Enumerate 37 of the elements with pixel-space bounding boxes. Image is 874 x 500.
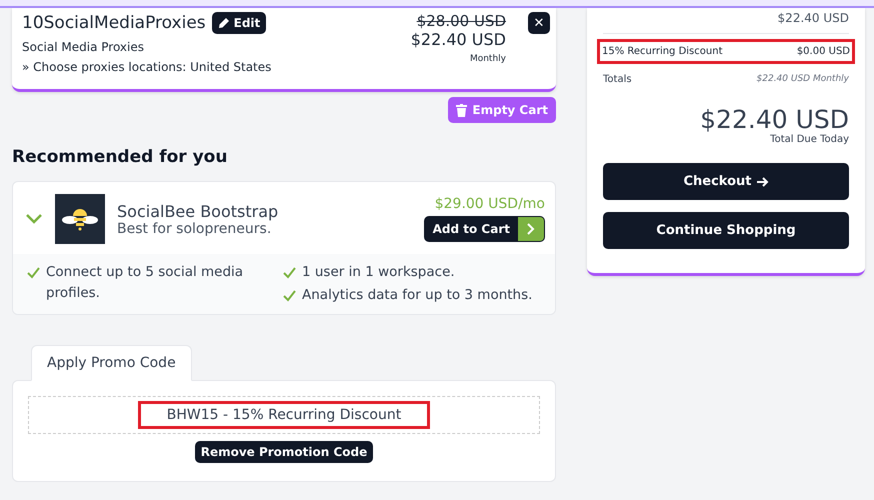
bee-logo	[55, 194, 105, 244]
edit-button[interactable]: Edit	[212, 12, 266, 34]
recurring-total: $22.40 USD Monthly	[756, 74, 849, 85]
product-tagline: Best for solopreneurs.	[117, 220, 272, 236]
remove-promo-button[interactable]: Remove Promotion Code	[194, 441, 374, 463]
add-to-cart-button[interactable]: Add to Cart	[424, 216, 545, 242]
totals-label: Totals	[603, 74, 632, 85]
section-heading: Recommended for you	[12, 147, 228, 167]
remove-button[interactable]: ✕	[528, 12, 550, 34]
trash-icon	[456, 104, 468, 116]
arrow-right-icon	[756, 176, 768, 188]
continue-shopping-button[interactable]: Continue Shopping	[603, 212, 849, 249]
chevron-right-icon	[527, 223, 535, 235]
empty-cart-button[interactable]: Empty Cart	[448, 97, 556, 123]
total-amount: $22.40 USD	[700, 105, 849, 134]
total-caption: Total Due Today	[770, 134, 849, 145]
checkout-button[interactable]: Checkout	[603, 163, 849, 200]
check-icon	[283, 289, 296, 302]
promo-tab[interactable]: Apply Promo Code	[31, 345, 192, 381]
feature-text: Analytics data for up to 3 months.	[302, 286, 532, 305]
original-price: $28.00 USD	[416, 12, 506, 30]
product-option: » Choose proxies locations: United States	[22, 60, 411, 74]
billing-cycle: Monthly	[470, 54, 506, 64]
feature-text: Connect up to 5 social media profiles.	[46, 263, 244, 303]
product-group: Social Media Proxies	[22, 40, 411, 54]
check-icon	[283, 266, 296, 279]
product-title: SocialBee Bootstrap	[117, 202, 280, 220]
pencil-icon	[218, 17, 230, 29]
feature-text: 1 user in 1 workspace.	[302, 263, 455, 282]
check-icon	[27, 266, 40, 279]
discount-label: 15% Recurring Discount	[602, 46, 722, 57]
product-name: 10SocialMediaProxies	[22, 13, 206, 33]
applied-promo-code: BHW15 - 15% Recurring Discount	[138, 401, 430, 429]
product-price: $29.00 USD/mo	[434, 196, 545, 212]
item-price: $22.40 USD	[410, 30, 506, 49]
subtotal-amount: $22.40 USD	[778, 11, 849, 27]
discount-amount: $0.00 USD	[796, 46, 850, 57]
